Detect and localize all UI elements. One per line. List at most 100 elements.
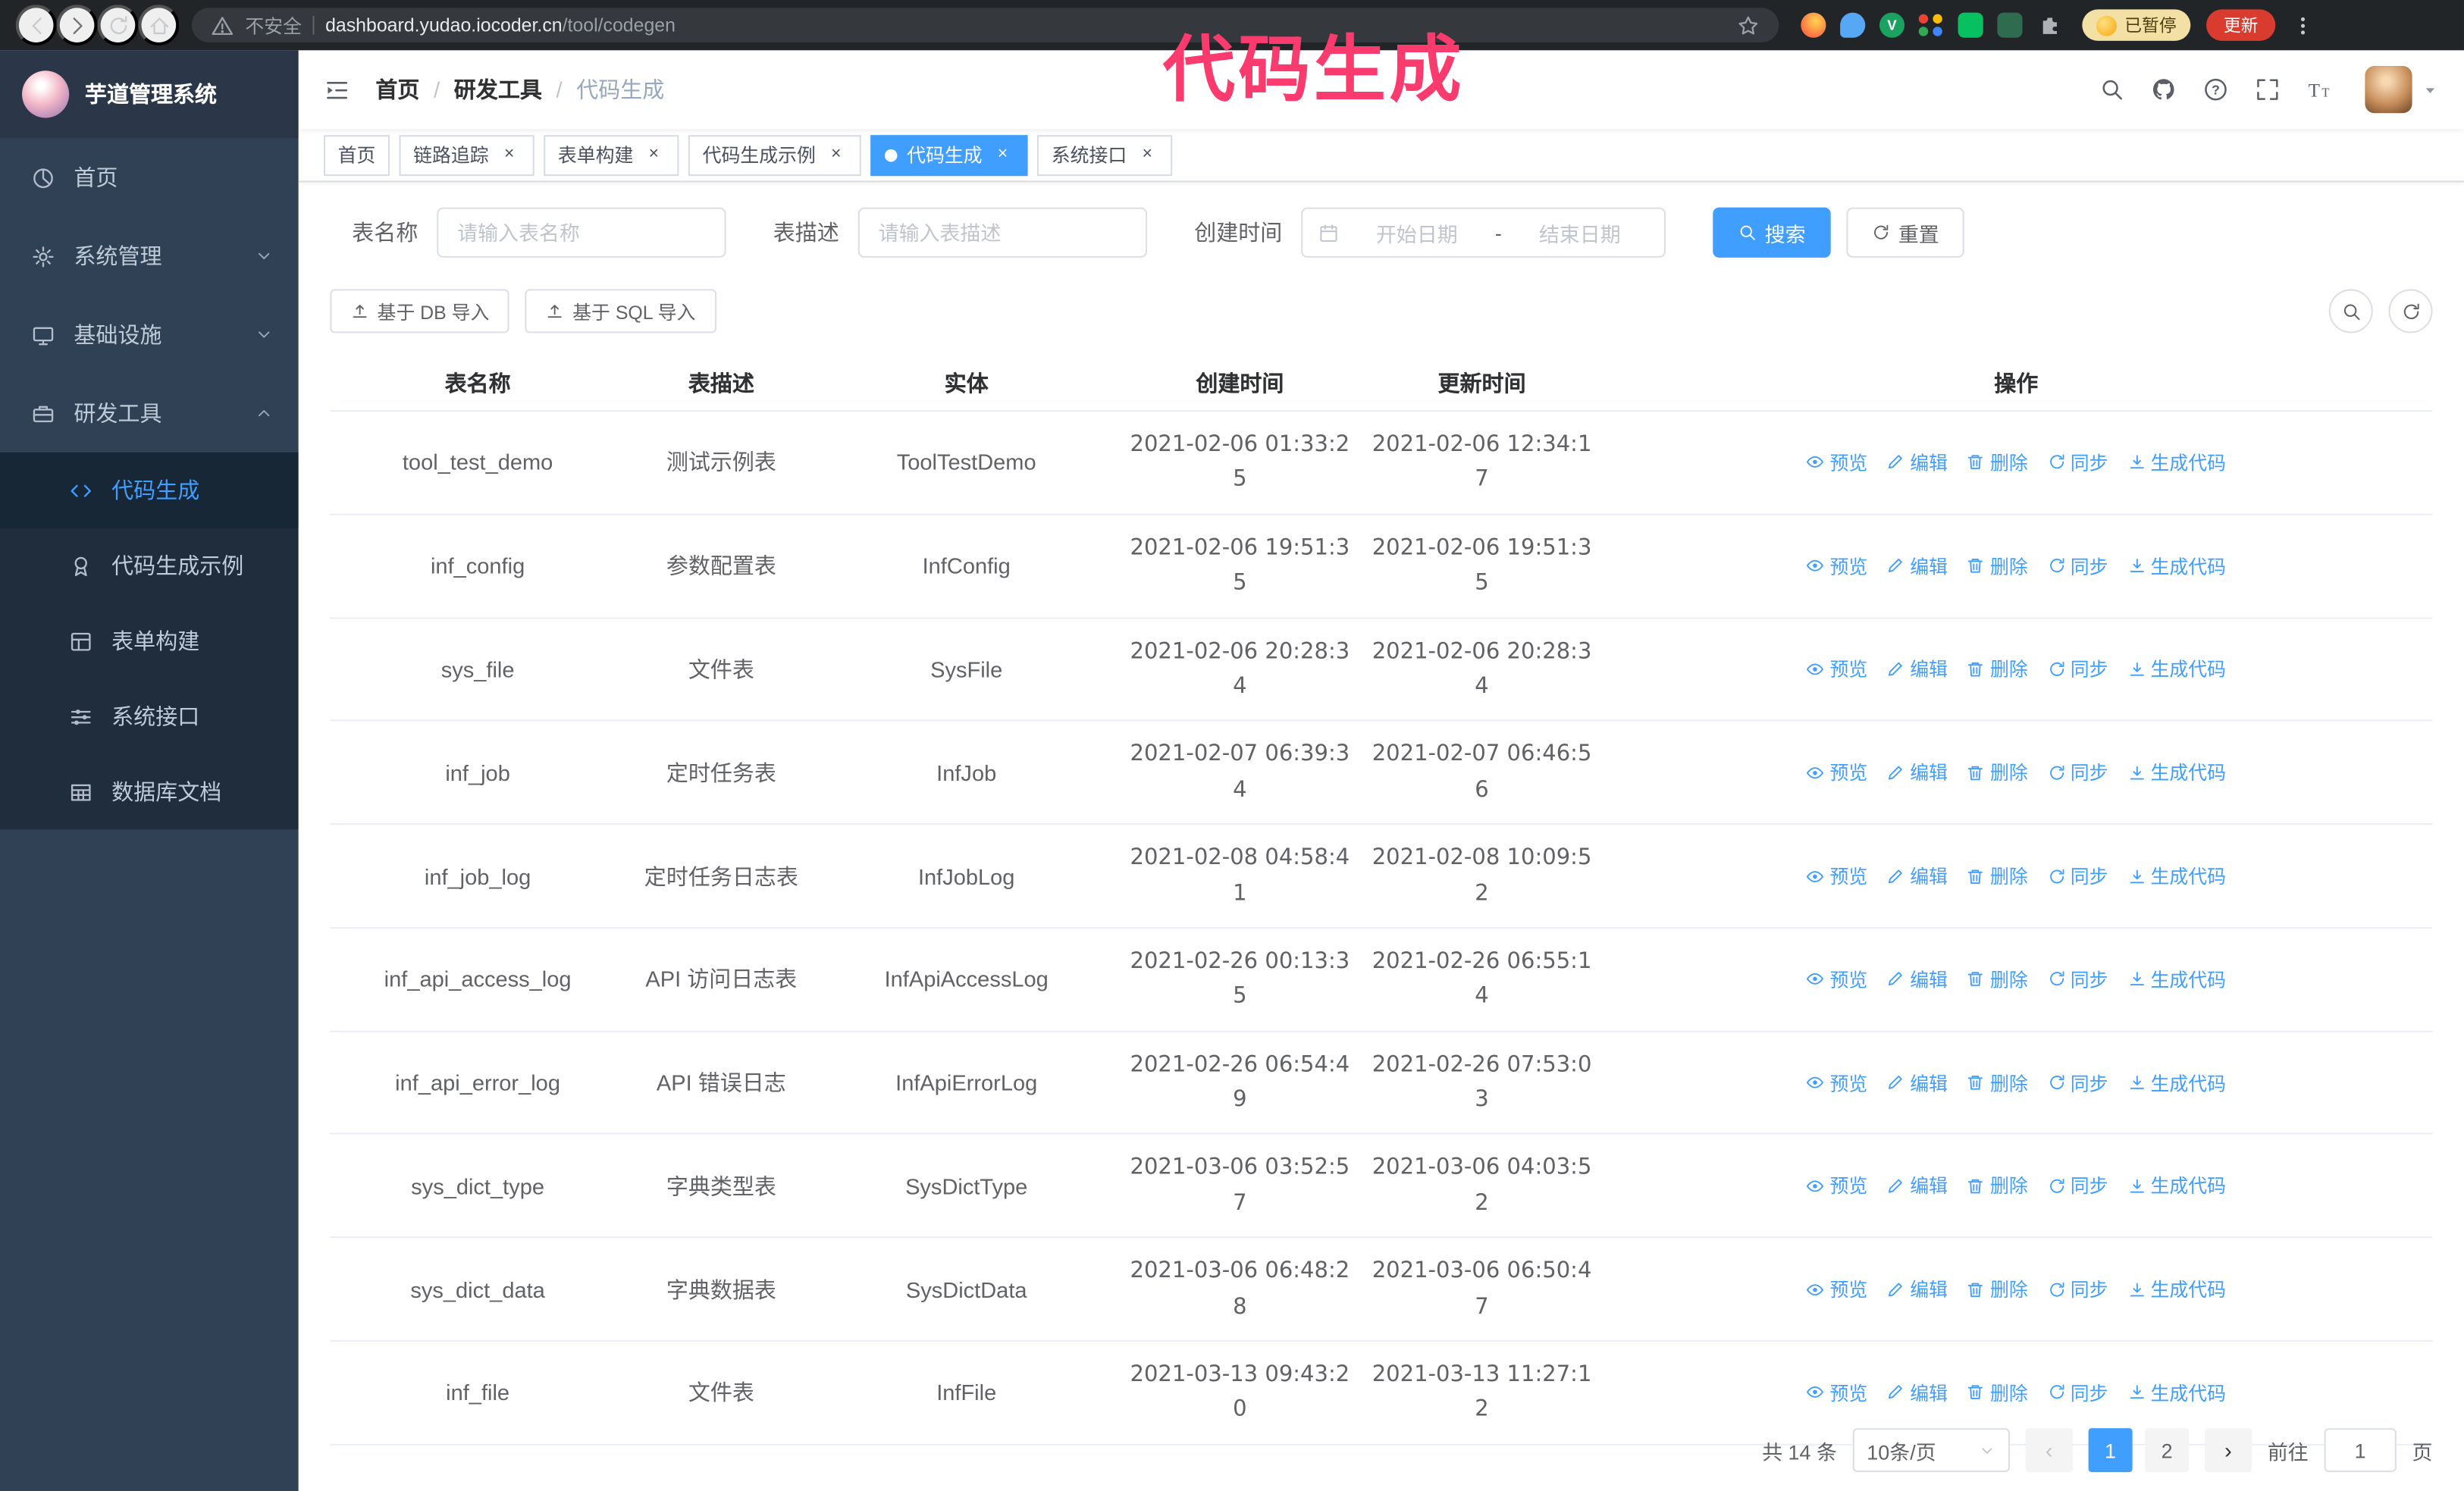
home-button[interactable] [138, 5, 180, 46]
next-page-button[interactable]: › [2204, 1428, 2252, 1473]
op-delete-link[interactable]: 删除 [1967, 966, 2028, 992]
op-edit-link[interactable]: 编辑 [1886, 863, 1948, 889]
sidebar-toggle-icon[interactable] [324, 77, 350, 103]
tab-trace[interactable]: 链路追踪 × [399, 134, 534, 176]
prev-page-button[interactable]: ‹ [2025, 1428, 2073, 1473]
op-edit-link[interactable]: 编辑 [1886, 966, 1948, 992]
op-preview-link[interactable]: 预览 [1806, 863, 1867, 889]
close-icon[interactable]: × [825, 144, 847, 166]
op-preview-link[interactable]: 预览 [1806, 966, 1867, 992]
op-preview-link[interactable]: 预览 [1806, 553, 1867, 579]
op-sync-link[interactable]: 同步 [2047, 656, 2108, 682]
op-sync-link[interactable]: 同步 [2047, 1380, 2108, 1406]
op-delete-link[interactable]: 删除 [1967, 1070, 2028, 1096]
op-edit-link[interactable]: 编辑 [1886, 449, 1948, 476]
sidebar-item-form-build[interactable]: 表单构建 [0, 603, 299, 678]
extensions-puzzle-icon[interactable] [2036, 13, 2061, 38]
github-icon[interactable] [2152, 77, 2177, 102]
op-edit-link[interactable]: 编辑 [1886, 1380, 1948, 1406]
op-sync-link[interactable]: 同步 [2047, 449, 2108, 476]
op-sync-link[interactable]: 同步 [2047, 760, 2108, 786]
search-icon[interactable] [2099, 77, 2124, 102]
help-icon[interactable]: ? [2203, 77, 2228, 102]
op-edit-link[interactable]: 编辑 [1886, 553, 1948, 579]
browser-menu-kebab-icon[interactable] [2291, 14, 2315, 37]
op-preview-link[interactable]: 预览 [1806, 656, 1867, 682]
op-edit-link[interactable]: 编辑 [1886, 1173, 1948, 1199]
close-icon[interactable]: × [643, 144, 665, 166]
extension-orange-icon[interactable] [1801, 12, 1826, 38]
op-generate-link[interactable]: 生成代码 [2127, 449, 2226, 476]
user-menu[interactable] [2365, 66, 2438, 114]
op-generate-link[interactable]: 生成代码 [2127, 656, 2226, 682]
op-sync-link[interactable]: 同步 [2047, 553, 2108, 579]
op-delete-link[interactable]: 删除 [1967, 760, 2028, 786]
op-sync-link[interactable]: 同步 [2047, 863, 2108, 889]
op-delete-link[interactable]: 删除 [1967, 1380, 2028, 1406]
op-preview-link[interactable]: 预览 [1806, 760, 1867, 786]
op-preview-link[interactable]: 预览 [1806, 1380, 1867, 1406]
close-icon[interactable]: × [1136, 144, 1158, 166]
op-preview-link[interactable]: 预览 [1806, 1070, 1867, 1096]
op-delete-link[interactable]: 删除 [1967, 449, 2028, 476]
op-sync-link[interactable]: 同步 [2047, 1173, 2108, 1199]
sidebar-item-infra[interactable]: 基础设施 [0, 296, 299, 374]
page-size-select[interactable]: 10条/页 [1852, 1428, 2010, 1473]
browser-update-button[interactable]: 更新 [2206, 9, 2276, 41]
op-delete-link[interactable]: 删除 [1967, 863, 2028, 889]
op-edit-link[interactable]: 编辑 [1886, 1276, 1948, 1302]
close-icon[interactable]: × [498, 144, 520, 166]
page-button-2[interactable]: 2 [2145, 1428, 2190, 1473]
op-sync-link[interactable]: 同步 [2047, 1070, 2108, 1096]
op-delete-link[interactable]: 删除 [1967, 553, 2028, 579]
table-name-input[interactable] [437, 207, 726, 258]
sidebar-item-devtools[interactable]: 研发工具 [0, 374, 299, 453]
paused-badge[interactable]: 已暂停 [2082, 9, 2191, 41]
extension-people-icon[interactable] [1918, 14, 1944, 36]
reset-button[interactable]: 重置 [1846, 207, 1964, 258]
address-bar[interactable]: 不安全 dashboard.yudao.iocoder.cn/tool/code… [191, 8, 1779, 42]
op-preview-link[interactable]: 预览 [1806, 1173, 1867, 1199]
sidebar-item-codegen[interactable]: 代码生成 [0, 452, 299, 528]
op-generate-link[interactable]: 生成代码 [2127, 1276, 2226, 1302]
forward-button[interactable] [56, 5, 98, 46]
op-delete-link[interactable]: 删除 [1967, 1173, 2028, 1199]
import-db-button[interactable]: 基于 DB 导入 [330, 289, 510, 334]
op-generate-link[interactable]: 生成代码 [2127, 553, 2226, 579]
refresh-table-button[interactable] [2388, 289, 2433, 334]
op-delete-link[interactable]: 删除 [1967, 656, 2028, 682]
sidebar-item-system-api[interactable]: 系统接口 [0, 678, 299, 753]
tab-codegen[interactable]: 代码生成 × [870, 134, 1028, 176]
tab-form-build[interactable]: 表单构建 × [544, 134, 679, 176]
op-generate-link[interactable]: 生成代码 [2127, 863, 2226, 889]
sidebar-item-codegen-example[interactable]: 代码生成示例 [0, 528, 299, 603]
extension-green-v-icon[interactable]: V [1879, 12, 1905, 38]
date-range-picker[interactable]: 开始日期 - 结束日期 [1301, 207, 1666, 258]
op-edit-link[interactable]: 编辑 [1886, 656, 1948, 682]
import-sql-button[interactable]: 基于 SQL 导入 [525, 289, 716, 334]
sidebar-item-db-doc[interactable]: 数据库文档 [0, 754, 299, 829]
bookmark-star-icon[interactable] [1736, 14, 1760, 37]
op-generate-link[interactable]: 生成代码 [2127, 1070, 2226, 1096]
extension-dark-square-icon[interactable] [1997, 12, 2023, 38]
tab-system-api[interactable]: 系统接口 × [1037, 134, 1173, 176]
page-button-1[interactable]: 1 [2088, 1428, 2133, 1473]
extension-green-square-icon[interactable] [1958, 12, 1983, 38]
op-delete-link[interactable]: 删除 [1967, 1276, 2028, 1302]
font-size-icon[interactable]: TT [2307, 77, 2332, 102]
op-generate-link[interactable]: 生成代码 [2127, 966, 2226, 992]
goto-page-input[interactable] [2324, 1428, 2397, 1473]
op-preview-link[interactable]: 预览 [1806, 1276, 1867, 1302]
op-generate-link[interactable]: 生成代码 [2127, 1173, 2226, 1199]
sidebar-item-home[interactable]: 首页 [0, 138, 299, 217]
search-button[interactable]: 搜索 [1713, 207, 1831, 258]
tab-codegen-example[interactable]: 代码生成示例 × [688, 134, 861, 176]
reload-button[interactable] [97, 5, 139, 46]
table-desc-input[interactable] [857, 207, 1148, 258]
op-generate-link[interactable]: 生成代码 [2127, 760, 2226, 786]
op-edit-link[interactable]: 编辑 [1886, 760, 1948, 786]
sidebar-item-system[interactable]: 系统管理 [0, 217, 299, 296]
op-edit-link[interactable]: 编辑 [1886, 1070, 1948, 1096]
op-sync-link[interactable]: 同步 [2047, 966, 2108, 992]
toggle-search-button[interactable] [2328, 289, 2373, 334]
